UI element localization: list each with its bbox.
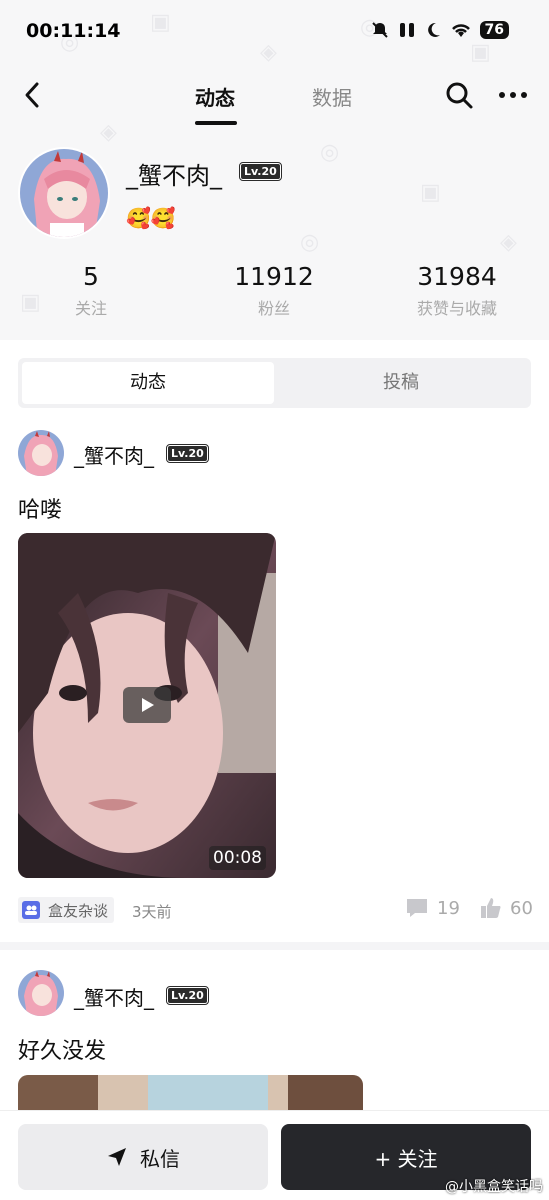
earbuds-icon (399, 23, 414, 37)
status-icons: 76 (370, 20, 509, 40)
pattern-icon: ◈ (500, 230, 517, 255)
bottom-action-bar: 私信 + 关注 @小黑盒笑话吗 (0, 1110, 549, 1200)
profile-name: _蟹不肉_ (126, 162, 222, 190)
segment-dynamics[interactable]: 动态 (22, 362, 274, 404)
level-badge: Lv.20 (239, 162, 282, 181)
mute-bell-icon (371, 22, 388, 38)
pattern-icon: ▣ (420, 180, 441, 205)
profile-avatar[interactable] (18, 147, 110, 239)
post-text[interactable]: 好久没发 (18, 1033, 106, 1065)
group-icon (22, 901, 40, 919)
search-icon[interactable] (444, 80, 474, 110)
stat-following[interactable]: 5 关注 (11, 262, 171, 319)
post-author-avatar[interactable] (18, 970, 64, 1016)
post-video-thumbnail[interactable]: 00:08 (18, 533, 276, 878)
topic-tag[interactable]: 盒友杂谈 (18, 897, 115, 923)
thumbs-up-icon (481, 898, 501, 918)
status-bar: 00:11:14 76 (0, 0, 549, 68)
level-badge: Lv.20 (166, 444, 209, 463)
active-tab-indicator (195, 121, 237, 125)
battery-indicator: 76 (479, 21, 509, 39)
more-options-icon[interactable] (497, 80, 529, 110)
message-button-label: 私信 (140, 1146, 180, 1171)
tab-dynamics[interactable]: 动态 (195, 82, 235, 111)
post-author-name[interactable]: _蟹不肉_ (74, 982, 154, 1011)
tab-data[interactable]: 数据 (312, 82, 352, 111)
video-duration: 00:08 (209, 846, 266, 870)
post-author-name[interactable]: _蟹不肉_ (74, 440, 154, 469)
level-badge: Lv.20 (166, 986, 209, 1005)
play-button[interactable] (123, 687, 171, 723)
content-segment-control: 动态 投稿 (18, 358, 531, 408)
stat-value: 11912 (234, 262, 314, 291)
stat-label: 获赞与收藏 (416, 299, 497, 318)
stat-followers[interactable]: 11912 粉丝 (194, 262, 354, 319)
send-icon (108, 1148, 126, 1166)
like-button[interactable]: 60 (480, 897, 533, 919)
post-divider (0, 942, 549, 950)
stat-label: 粉丝 (257, 299, 290, 318)
follow-button-label: + 关注 (374, 1146, 438, 1171)
pattern-icon: ◎ (300, 230, 320, 255)
message-button[interactable]: 私信 (18, 1124, 268, 1190)
top-nav: 动态 数据 (0, 68, 549, 125)
post-time: 3天前 (132, 903, 172, 921)
segment-submissions[interactable]: 投稿 (275, 362, 527, 404)
comment-button[interactable]: 19 (405, 897, 460, 919)
stat-value: 31984 (417, 262, 497, 291)
pattern-icon: ◎ (320, 140, 340, 165)
moon-icon (427, 22, 440, 37)
topic-tag-label: 盒友杂谈 (48, 901, 109, 920)
profile-bio-emoji: 🥰🥰 (126, 206, 176, 230)
stat-value: 5 (83, 262, 99, 291)
post-author-avatar[interactable] (18, 430, 64, 476)
wifi-icon (451, 24, 470, 37)
status-time: 00:11:14 (26, 20, 121, 42)
comment-count: 19 (437, 897, 460, 919)
stat-label: 关注 (74, 299, 107, 318)
comment-icon (407, 899, 427, 917)
back-arrow-icon[interactable] (18, 80, 48, 110)
like-count: 60 (510, 897, 533, 919)
stat-likes[interactable]: 31984 获赞与收藏 (377, 262, 537, 319)
watermark-text: @小黑盒笑话吗 (445, 1179, 543, 1195)
post-text[interactable]: 哈喽 (18, 492, 62, 524)
